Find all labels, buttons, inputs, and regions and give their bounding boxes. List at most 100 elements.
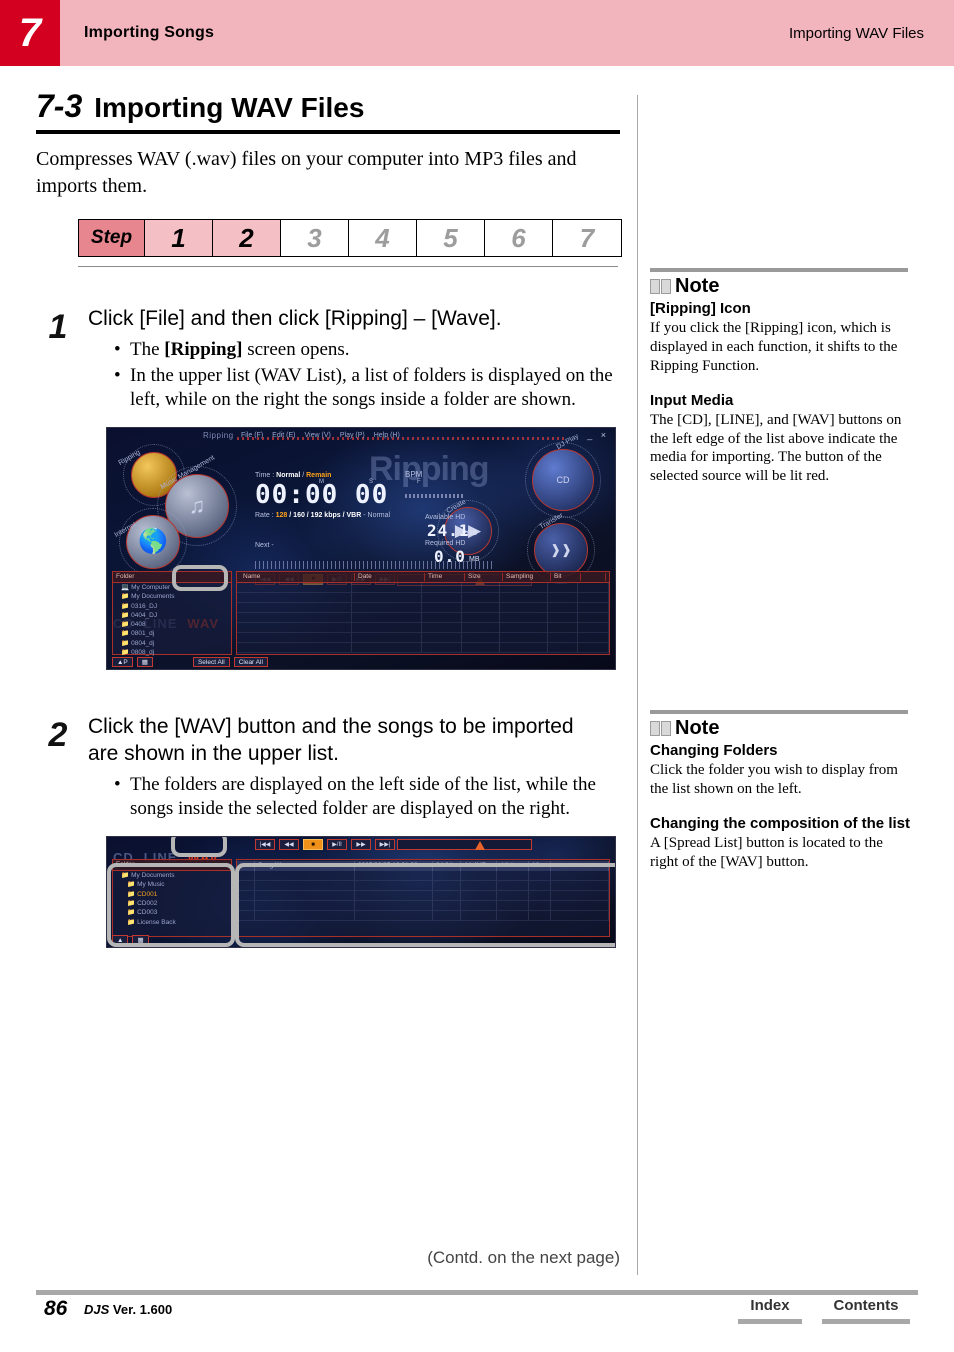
song-list-pane[interactable]: ■ Song Wave 2005/08/05 10:01:38 04:24 44… <box>236 859 610 938</box>
table-row <box>237 881 609 892</box>
index-link[interactable]: Index <box>738 1297 802 1329</box>
bullet-text: In the upper list (WAV List), a list of … <box>130 364 613 411</box>
folder-icon: 📁 <box>121 593 130 601</box>
cell-name: Song Wave <box>255 861 355 872</box>
step-2-bullets: • The folders are displayed on the left … <box>114 773 624 822</box>
rate-options[interactable]: / 160 / 192 kbps / <box>289 512 344 519</box>
note-box-2: Note Changing Folders Click the folder y… <box>650 710 912 872</box>
sort-button[interactable]: ▲P <box>112 656 133 667</box>
list-item[interactable]: 📁 0404_DJ <box>113 611 231 620</box>
menu-item-view[interactable]: View (V) <box>305 432 331 439</box>
step-2-heading: Click the [WAV] button and the songs to … <box>88 714 574 765</box>
nav-icon-dj-play[interactable]: CD <box>532 448 594 511</box>
screenshot-wav-list: |◀◀ ◀◀ ■ ▶/II ▶▶ ▶▶| CD LINE WAV Folder <box>106 836 616 949</box>
row-checkbox[interactable]: ■ <box>237 861 255 872</box>
contents-link[interactable]: Contents <box>822 1297 910 1329</box>
note-title-row: Note <box>650 275 912 298</box>
time-mode-sep: / <box>302 471 305 479</box>
clear-all-button[interactable]: Clear All <box>233 656 268 667</box>
folder-icon: 📁 <box>127 881 136 889</box>
bullet-dot-icon: • <box>114 364 121 386</box>
list-item[interactable]: 📁 License Back <box>113 918 231 927</box>
slider-knob[interactable] <box>475 841 486 851</box>
window-controls[interactable]: _ × <box>587 430 609 440</box>
song-list-pane[interactable]: Name Date Time Size Sampling Bit <box>236 570 610 655</box>
step-cell-1[interactable]: 1 <box>145 220 213 256</box>
menu-item-play[interactable]: Play (P) <box>340 432 365 439</box>
song-list-header: Name Date Time Size Sampling Bit <box>237 571 609 583</box>
list-item: • The folders are displayed on the left … <box>114 773 624 822</box>
view-button[interactable]: ▦ <box>132 935 149 946</box>
list-item[interactable]: 📁 CD002 <box>113 899 231 908</box>
folder-icon: 📁 <box>127 918 136 926</box>
list-item[interactable]: 📁 0408 <box>113 620 231 629</box>
nav-icon-transfer[interactable]: ❱❱ <box>534 522 588 577</box>
table-row <box>237 911 609 922</box>
step-cell-3[interactable]: 3 <box>281 220 349 256</box>
menu-item-edit[interactable]: Edit (E) <box>272 432 295 439</box>
forward-button[interactable]: ▶▶ <box>351 839 371 851</box>
step-cell-5[interactable]: 5 <box>417 220 485 256</box>
table-row <box>237 642 609 653</box>
time-mode-normal[interactable]: Normal <box>276 472 300 479</box>
folder-label: 0408 <box>131 621 146 629</box>
prev-track-button[interactable]: |◀◀ <box>255 839 275 851</box>
column-header-sampling[interactable]: Sampling <box>503 572 551 581</box>
list-item[interactable]: 📁 0808_dj <box>113 648 231 657</box>
column-header-bit[interactable]: Bit <box>551 572 581 581</box>
rate-label: Rate : <box>255 511 274 519</box>
list-bottom-buttons: ▲P ▦ Select All Clear All <box>112 656 268 667</box>
stop-button[interactable]: ■ <box>303 839 323 851</box>
note-spacer <box>650 376 912 390</box>
table-row <box>237 612 609 623</box>
list-item[interactable]: 📁 My Music <box>113 880 231 889</box>
view-button[interactable]: ▦ <box>136 656 153 667</box>
folder-tree-pane[interactable]: Folder 💻 My Computer 📁 My Documents 📁 0316_… <box>112 570 232 657</box>
note-body: Click the folder you wish to display fro… <box>650 762 898 797</box>
folder-icon: 📁 <box>127 909 136 917</box>
app-window-title: Ripping <box>203 430 234 440</box>
step-cell-2[interactable]: 2 <box>213 220 281 256</box>
menu-item-file[interactable]: File (F) <box>241 432 263 439</box>
rewind-button[interactable]: ◀◀ <box>279 839 299 851</box>
sort-button[interactable]: ▲ <box>112 935 129 946</box>
column-header-date[interactable]: Date <box>355 572 425 581</box>
list-item[interactable]: 📁 CD003 <box>113 908 231 917</box>
step-cell-4[interactable]: 4 <box>349 220 417 256</box>
rate-selected[interactable]: 128 <box>276 512 288 519</box>
folder-label: 0804_dj <box>131 639 155 647</box>
table-row <box>237 891 609 902</box>
note-title: Note <box>675 275 720 297</box>
list-item-selected[interactable]: 📁 CD001 <box>113 890 231 899</box>
book-icon <box>650 279 672 294</box>
note-body: If you click the [Ripping] icon, which i… <box>650 320 898 374</box>
next-track-button[interactable]: ▶▶| <box>375 839 395 851</box>
column-header-size[interactable]: Size <box>465 572 503 581</box>
volume-slider[interactable] <box>397 839 532 851</box>
note-body: A [Spread List] button is located to the… <box>650 834 883 870</box>
play-pause-button[interactable]: ▶/II <box>327 839 347 851</box>
list-item[interactable]: 📁 0804_dj <box>113 639 231 648</box>
step-1-block: 1 Click [File] and then click [Ripping] … <box>36 306 624 670</box>
folder-tree-pane[interactable]: Folder 📁 My Documents 📁 My Music 📁 CD001 📁 C… <box>112 859 232 938</box>
time-unit-m: M <box>319 478 324 485</box>
list-item[interactable]: 📁 0801_dj <box>113 629 231 638</box>
step-cell-6[interactable]: 6 <box>485 220 553 256</box>
table-row[interactable]: ■ Song Wave 2005/08/05 10:01:38 04:24 44… <box>237 861 609 872</box>
time-mode-remain[interactable]: Remain <box>306 472 331 479</box>
step-1-heading: Click [File] and then click [Ripping] – … <box>88 307 502 330</box>
list-item[interactable]: 📁 0316_DJ <box>113 602 231 611</box>
list-item[interactable]: 💻 My Computer <box>113 583 231 592</box>
list-item[interactable]: 📁 My Documents <box>113 871 231 880</box>
rate-vbr[interactable]: VBR <box>347 512 362 519</box>
column-header-time[interactable]: Time <box>425 572 465 581</box>
note-title: Note <box>675 717 720 739</box>
folder-icon: 📁 <box>121 639 130 647</box>
menu-item-help[interactable]: Help (H) <box>374 432 400 439</box>
select-all-button[interactable]: Select All <box>192 656 230 667</box>
step-cell-7[interactable]: 7 <box>553 220 621 256</box>
column-header-name[interactable]: Name <box>240 572 355 581</box>
header-section-title: Importing WAV Files <box>788 25 924 42</box>
folder-icon: 📁 <box>127 890 136 898</box>
list-item[interactable]: 📁 My Documents <box>113 592 231 601</box>
